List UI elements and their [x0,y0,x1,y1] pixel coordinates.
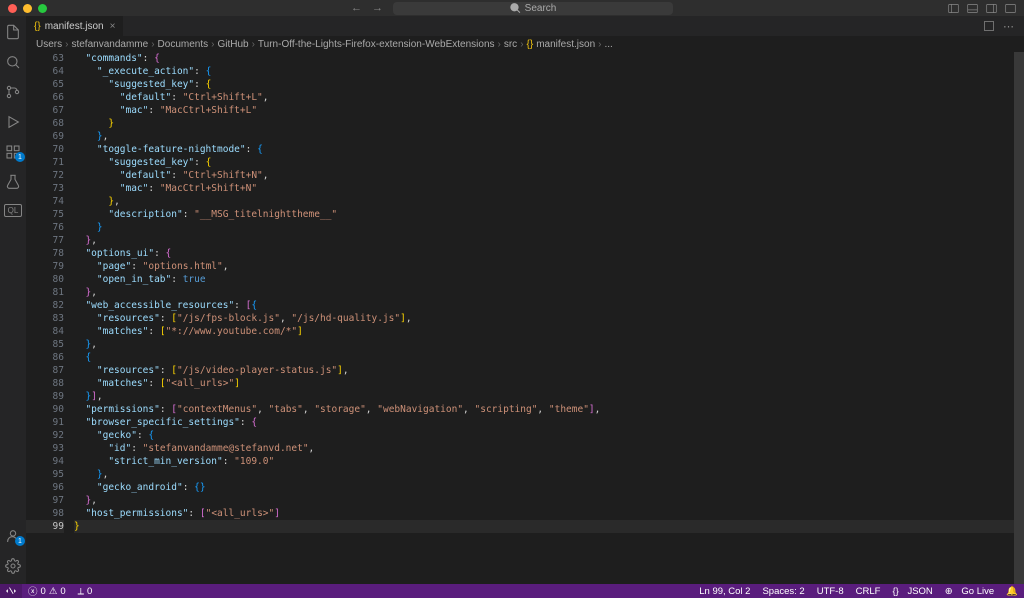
accounts-badge: 1 [15,536,25,546]
maximize-window-button[interactable] [38,4,47,13]
sql-icon[interactable]: QL [4,204,22,217]
panel-right-icon[interactable] [986,3,997,14]
breadcrumb-trailing[interactable]: ... [604,39,612,50]
breadcrumb-segment[interactable]: Turn-Off-the-Lights-Firefox-extension-We… [258,39,495,50]
accounts-icon[interactable]: 1 [5,528,21,544]
close-window-button[interactable] [8,4,17,13]
nav-forward-icon[interactable]: → [372,2,383,14]
titlebar: ← → Search [0,0,1024,16]
settings-gear-icon[interactable] [5,558,21,574]
eol-status[interactable]: CRLF [850,586,887,597]
problems-status[interactable]: ⓧ0 ⚠0 [22,584,72,598]
cursor-position[interactable]: Ln 99, Col 2 [693,586,756,597]
search-activity-icon[interactable] [5,54,21,70]
ports-status[interactable]: ⟂0 [72,586,99,597]
json-file-icon: {} [34,21,41,32]
source-control-icon[interactable] [5,84,21,100]
breadcrumb-segment[interactable]: stefanvandamme [71,39,148,50]
run-file-icon[interactable] [983,20,995,32]
activity-bar: 1 QL 1 [0,16,26,584]
window-controls [8,4,47,13]
tab-close-icon[interactable]: × [110,21,116,32]
search-icon [510,3,521,14]
language-mode[interactable]: {} JSON [886,586,938,597]
panel-bottom-icon[interactable] [967,3,978,14]
go-live-button[interactable]: ⊕ Go Live [939,586,1000,597]
tab-filename: manifest.json [45,21,104,32]
status-bar: ⓧ0 ⚠0 ⟂0 Ln 99, Col 2 Spaces: 2 UTF-8 CR… [0,584,1024,598]
code-editor[interactable]: 6364656667686970717273747576777879808182… [26,52,1024,584]
command-center-search[interactable]: Search [393,2,673,15]
breadcrumb-file[interactable]: manifest.json [536,39,595,50]
testing-icon[interactable] [5,174,21,190]
editor-tabs: {} manifest.json × ⋯ [26,16,1024,36]
tab-manifest[interactable]: {} manifest.json × [26,16,124,36]
scrollbar-thumb[interactable] [1014,52,1024,584]
run-debug-icon[interactable] [5,114,21,130]
line-gutter: 6364656667686970717273747576777879808182… [26,52,74,584]
remote-indicator[interactable] [0,584,22,598]
panel-left-icon[interactable] [948,3,959,14]
encoding-status[interactable]: UTF-8 [811,586,850,597]
explorer-icon[interactable] [5,24,21,40]
vertical-scrollbar[interactable] [1014,52,1024,584]
code-content[interactable]: "commands": { "_execute_action": { "sugg… [74,52,1014,584]
json-file-icon: {} [527,39,534,50]
breadcrumbs[interactable]: Users›stefanvandamme›Documents›GitHub›Tu… [26,36,1024,52]
breadcrumb-segment[interactable]: Documents [158,39,209,50]
breadcrumb-segment[interactable]: Users [36,39,62,50]
search-placeholder: Search [525,3,557,14]
breadcrumb-segment[interactable]: GitHub [217,39,248,50]
indentation-status[interactable]: Spaces: 2 [756,586,810,597]
layout-icon[interactable] [1005,3,1016,14]
minimize-window-button[interactable] [23,4,32,13]
nav-back-icon[interactable]: ← [351,2,362,14]
extensions-icon[interactable]: 1 [5,144,21,160]
breadcrumb-segment[interactable]: src [504,39,517,50]
extensions-badge: 1 [15,152,25,162]
more-actions-icon[interactable]: ⋯ [1003,20,1014,33]
notifications-icon[interactable]: 🔔 [1000,586,1024,597]
